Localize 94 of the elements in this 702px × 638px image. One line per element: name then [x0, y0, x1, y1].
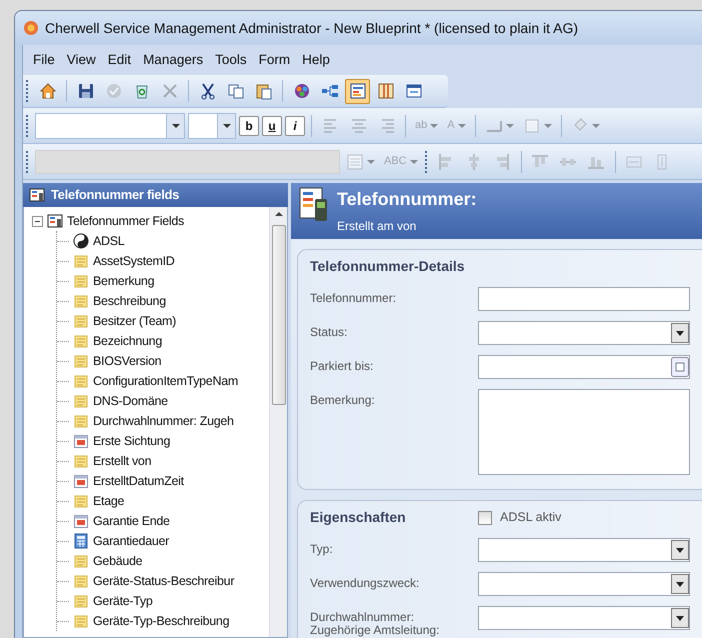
- close-icon: [160, 82, 178, 100]
- note-icon: [73, 273, 89, 289]
- scissors-icon: [198, 82, 216, 100]
- field-label: Durchwahlnummer: Zugehörige Amtsleitung:: [310, 609, 440, 638]
- group-title: Telefonnummer-Details: [310, 257, 466, 276]
- note-icon: [73, 453, 89, 469]
- columns-icon: [376, 82, 394, 100]
- square-icon: [522, 116, 541, 134]
- dropdown-field[interactable]: [188, 112, 236, 138]
- checkbox[interactable]: [478, 510, 492, 524]
- checkbox-label: ADSL aktiv: [500, 509, 562, 526]
- align-center-icon: [350, 116, 368, 134]
- menu-item[interactable]: View: [60, 50, 102, 70]
- format-button[interactable]: i: [285, 116, 305, 136]
- field-label: Status:: [310, 324, 348, 340]
- group-title: Eigenschaften: [310, 508, 407, 527]
- tree-label[interactable]: Erste Sichtung: [93, 432, 170, 450]
- dropdown-field[interactable]: [478, 321, 690, 345]
- text-field[interactable]: [478, 287, 690, 311]
- scrollbar[interactable]: [269, 207, 287, 637]
- tree-label[interactable]: Erstellt von: [93, 452, 152, 470]
- note-icon: [73, 613, 89, 629]
- note-icon: [73, 333, 89, 349]
- table-fields-icon: [29, 187, 45, 203]
- list-icon: [346, 152, 364, 170]
- table-fields-icon: [47, 213, 63, 229]
- menu-item[interactable]: Managers: [137, 50, 210, 70]
- copy-icon: [226, 82, 244, 100]
- tree-label[interactable]: Garantie Ende: [93, 512, 170, 530]
- note-icon: [73, 413, 89, 429]
- format-button[interactable]: b: [239, 116, 259, 136]
- tree-label[interactable]: Durchwahlnummer: Zugeh: [93, 412, 234, 430]
- note-icon: [73, 313, 89, 329]
- tree-label[interactable]: ErstelltDatumZeit: [93, 472, 184, 490]
- window-icon: [404, 82, 422, 100]
- scrollbar-thumb[interactable]: [272, 225, 286, 405]
- tree-label[interactable]: ConfigurationItemTypeNam: [93, 372, 238, 390]
- note-icon: [73, 293, 89, 309]
- calculator-icon: [73, 533, 89, 549]
- menu-item[interactable]: Form: [252, 50, 296, 70]
- form-layout-button[interactable]: [345, 78, 370, 104]
- home-icon: [38, 82, 56, 100]
- note-icon: [73, 573, 89, 589]
- field-label: Bemerkung:: [310, 392, 376, 408]
- panel-title: Telefonnummer fields: [51, 186, 180, 204]
- tree-label[interactable]: Gebäude: [93, 552, 142, 570]
- form-phone-icon: [299, 187, 329, 223]
- app-logo-icon: [23, 20, 39, 36]
- tree-label[interactable]: Besitzer (Team): [93, 312, 176, 330]
- checkmark-icon: [104, 82, 122, 100]
- tree-label[interactable]: Bezeichnung: [93, 332, 162, 350]
- dropdown-field[interactable]: [478, 572, 690, 596]
- tree-label[interactable]: Geräte-Typ: [93, 592, 153, 610]
- tree-label[interactable]: BIOSVersion: [93, 352, 162, 370]
- format-button[interactable]: u: [262, 116, 282, 136]
- dropdown-field[interactable]: [35, 112, 185, 138]
- menu-item[interactable]: Edit: [102, 50, 138, 70]
- note-icon: [73, 493, 89, 509]
- note-icon: [73, 253, 89, 269]
- note-icon: [73, 373, 89, 389]
- tree-label[interactable]: Geräte-Status-Beschreibur: [93, 572, 234, 590]
- dropdown-field[interactable]: [478, 606, 690, 630]
- field-label: Telefonnummer:: [310, 290, 398, 306]
- field-label: Typ:: [310, 541, 334, 556]
- tree-label[interactable]: Geräte-Typ-Beschreibung: [93, 612, 230, 630]
- field-label: Parkiert bis:: [310, 358, 374, 374]
- tree-label[interactable]: Telefonnummer Fields: [67, 212, 184, 230]
- paste-icon: [254, 82, 272, 100]
- text-area[interactable]: [478, 389, 690, 475]
- tree-label[interactable]: Etage: [93, 492, 124, 510]
- form-layout-icon: [348, 82, 366, 100]
- tree-label[interactable]: DNS-Domäne: [93, 392, 168, 410]
- tree-label[interactable]: Bemerkung: [93, 272, 154, 290]
- tree-label[interactable]: Garantiedauer: [93, 532, 170, 550]
- hierarchy-icon: [320, 82, 338, 100]
- note-icon: [73, 353, 89, 369]
- tree-label[interactable]: Beschreibung: [93, 292, 166, 310]
- tree-label[interactable]: AssetSystemID: [93, 252, 175, 270]
- menu-item[interactable]: File: [27, 50, 61, 70]
- tree-label[interactable]: ADSL: [93, 232, 124, 250]
- form-subtitle: Erstellt am von: [337, 218, 418, 235]
- dropdown-field[interactable]: [478, 538, 690, 562]
- note-icon: [73, 553, 89, 569]
- menu-item[interactable]: Tools: [209, 50, 253, 70]
- field-label: Verwendungszweck:: [310, 575, 420, 590]
- save-icon: [76, 82, 94, 100]
- menu-item[interactable]: Help: [296, 50, 336, 70]
- form-title: Telefonnummer:: [337, 188, 477, 211]
- yin-yang-icon: [73, 233, 89, 249]
- note-icon: [73, 593, 89, 609]
- collapse-icon[interactable]: [32, 216, 43, 226]
- date-field[interactable]: [478, 355, 690, 379]
- note-icon: [73, 393, 89, 409]
- window-title: Cherwell Service Management Administrator - New Blueprint * (licensed to plain it AG): [45, 18, 578, 38]
